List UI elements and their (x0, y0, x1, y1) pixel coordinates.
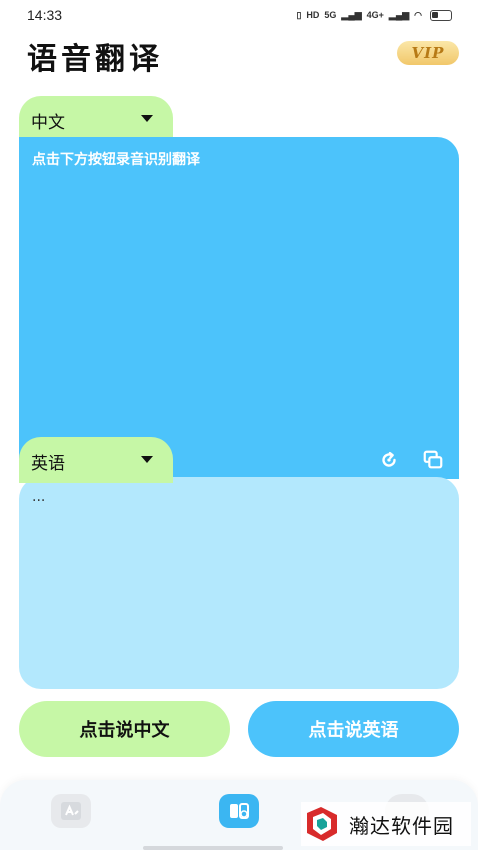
caret-down-icon (141, 456, 153, 463)
hd-indicator: HD (306, 10, 320, 20)
signal-4g-indicator: 4G+ (366, 10, 384, 20)
signal-icon: ▂▄▆ (341, 9, 362, 20)
source-language-label: 中文 (31, 113, 65, 133)
target-text-panel: ... (19, 477, 459, 689)
text-translate-icon[interactable] (51, 794, 91, 828)
signal-icon-2: ▂▄▆ (388, 9, 410, 20)
speak-chinese-button[interactable]: 点击说中文 (19, 701, 230, 757)
status-icons: ▯ HD 5G ▂▄▆ 4G+ ▂▄▆ ◠ (296, 9, 452, 21)
source-hint: 点击下方按钮录音识别翻译 (32, 152, 200, 168)
voice-translate-icon[interactable] (219, 794, 259, 828)
watermark: 瀚达软件园 (301, 802, 471, 846)
source-language-selector[interactable]: 中文 (19, 96, 173, 142)
status-bar: 14:33 ▯ HD 5G ▂▄▆ 4G+ ▂▄▆ ◠ (0, 0, 478, 30)
home-indicator[interactable] (143, 846, 283, 850)
wifi-icon: ◠ (414, 9, 422, 20)
caret-down-icon (141, 115, 153, 122)
translation-output: ... (32, 489, 46, 505)
watermark-text: 瀚达软件园 (349, 813, 454, 838)
battery-icon (430, 9, 452, 21)
signal-5g-indicator: 5G (324, 10, 337, 20)
page-title: 语音翻译 (27, 42, 163, 77)
vip-button[interactable]: VIP (397, 41, 459, 65)
watermark-logo-icon (301, 803, 343, 845)
vibrate-icon: ▯ (296, 9, 302, 20)
copy-icon[interactable] (421, 449, 445, 471)
source-text-panel[interactable]: 点击下方按钮录音识别翻译 (19, 137, 459, 479)
source-actions (377, 449, 445, 471)
status-time: 14:33 (27, 7, 63, 23)
refresh-icon[interactable] (377, 449, 401, 471)
target-language-selector[interactable]: 英语 (19, 437, 173, 483)
app-header: 语音翻译 VIP (0, 30, 478, 78)
target-language-label: 英语 (31, 454, 65, 474)
speak-english-button[interactable]: 点击说英语 (248, 701, 459, 757)
